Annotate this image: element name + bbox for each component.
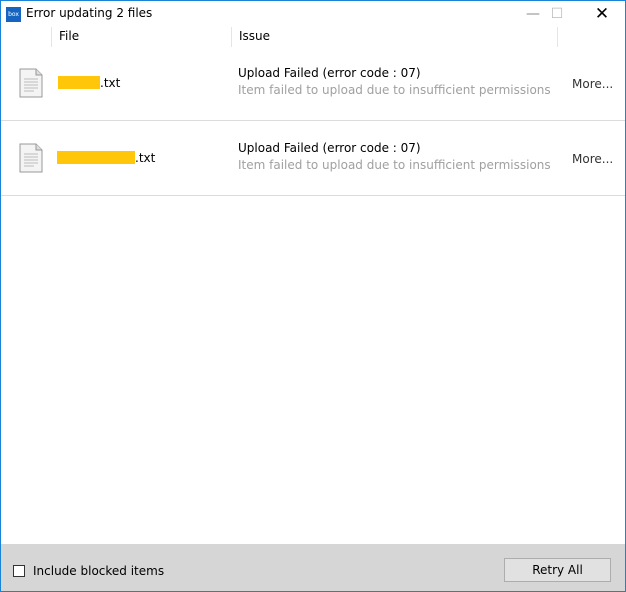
text-file-icon (19, 68, 43, 98)
title-bar[interactable]: box Error updating 2 files — ☐ ✕ (1, 1, 625, 27)
include-blocked-label[interactable]: Include blocked items (33, 564, 164, 578)
close-button[interactable]: ✕ (579, 1, 625, 27)
file-extension: .txt (100, 76, 121, 90)
redacted-filename (57, 151, 135, 164)
issue-description: Item failed to upload due to insufficien… (238, 158, 551, 172)
text-file-icon (19, 143, 43, 173)
retry-all-button[interactable]: Retry All (504, 558, 611, 582)
table-row[interactable]: .txt Upload Failed (error code : 07) Ite… (1, 121, 625, 196)
file-extension: .txt (135, 151, 156, 165)
issue-title: Upload Failed (error code : 07) (238, 66, 421, 80)
column-divider[interactable] (231, 27, 232, 47)
column-divider[interactable] (557, 27, 558, 47)
window-title: Error updating 2 files (26, 6, 153, 20)
issue-description: Item failed to upload due to insufficien… (238, 83, 551, 97)
footer-bar: Include blocked items Retry All (1, 544, 625, 591)
issue-title: Upload Failed (error code : 07) (238, 141, 421, 155)
redacted-filename (58, 76, 100, 89)
column-header-file[interactable]: File (59, 29, 79, 43)
column-header-issue[interactable]: Issue (239, 29, 270, 43)
column-header: File Issue (1, 27, 625, 47)
include-blocked-checkbox[interactable] (13, 565, 25, 577)
box-logo-icon: box (6, 7, 21, 22)
column-divider[interactable] (51, 27, 52, 47)
table-row[interactable]: .txt Upload Failed (error code : 07) Ite… (1, 46, 625, 121)
maximize-button[interactable]: ☐ (534, 1, 580, 27)
more-link[interactable]: More... (572, 77, 613, 91)
error-dialog: box Error updating 2 files — ☐ ✕ File Is… (0, 0, 626, 592)
more-link[interactable]: More... (572, 152, 613, 166)
